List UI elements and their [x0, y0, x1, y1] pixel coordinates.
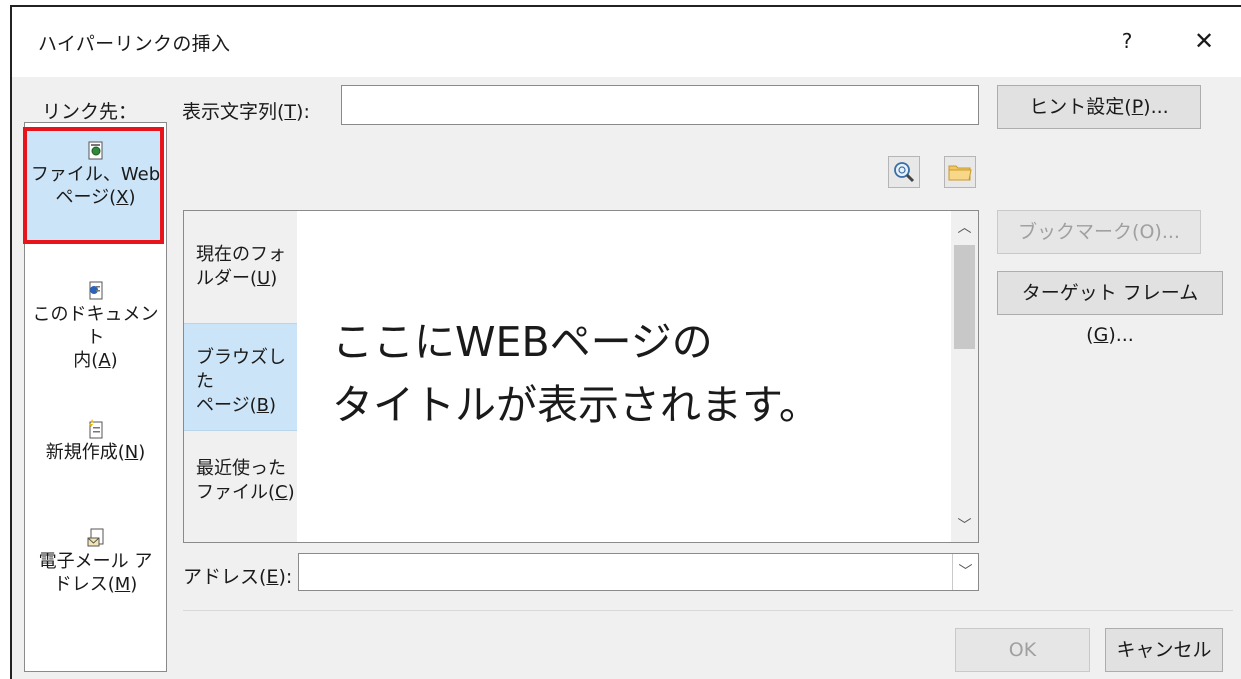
browse-web-icon: [894, 162, 915, 183]
instruction-overlay: ここにWEBページの タイトルが表示されます。: [332, 318, 820, 429]
web-page-icon: [88, 141, 102, 160]
scrollbar-thumb[interactable]: [954, 245, 975, 349]
link-to-label: リンク先：: [42, 101, 138, 123]
cancel-button[interactable]: キャンセル: [1105, 628, 1223, 672]
title-bar: ハイパーリンクの挿入 ? ✕: [12, 7, 1241, 77]
document-place-icon: [89, 281, 102, 300]
divider: [183, 610, 1233, 611]
dialog-title: ハイパーリンクの挿入: [38, 33, 231, 55]
link-to-web-page[interactable]: ファイル、Web ページ(X): [25, 141, 166, 209]
link-to-email-address[interactable]: 電子メール ア ドレス(M): [25, 528, 166, 596]
link-to-panel: ファイル、Web ページ(X) このドキュメント 内(A) 新規作成(N) 電子…: [23, 122, 167, 672]
new-document-icon: [88, 419, 102, 439]
scroll-down-icon[interactable]: ﹀: [951, 515, 978, 535]
ok-button[interactable]: OK: [955, 628, 1090, 672]
link-to-new-document[interactable]: 新規作成(N): [25, 419, 166, 464]
look-in-panel: 現在のフォ ルダー(U) ブラウズした ページ(B) 最近使った ファイル(C)…: [183, 210, 979, 543]
browse-web-button[interactable]: [888, 156, 920, 188]
tab-browsed-pages[interactable]: ブラウズした ページ(B): [184, 323, 297, 431]
link-to-this-document[interactable]: このドキュメント 内(A): [25, 281, 166, 372]
listbox-scrollbar[interactable]: ︿ ﹀: [951, 211, 978, 542]
insert-hyperlink-dialog: ハイパーリンクの挿入 ? ✕ リンク先： ファイル、Web ページ(X) このド…: [10, 5, 1241, 679]
link-to-web-page-line1: ファイル、Web: [30, 164, 161, 185]
tab-current-folder[interactable]: 現在のフォ ルダー(U): [184, 243, 297, 291]
folder-icon: [948, 165, 972, 181]
browse-file-button[interactable]: [944, 156, 976, 188]
bookmark-button[interactable]: ブックマーク(O)...: [997, 210, 1201, 254]
target-frame-button[interactable]: ターゲット フレーム(G)...: [997, 271, 1223, 346]
screentip-button[interactable]: ヒント設定(P)...: [997, 85, 1201, 129]
display-text-input[interactable]: [341, 85, 979, 125]
email-icon: [87, 528, 103, 547]
address-combobox[interactable]: ﹀: [298, 553, 979, 591]
file-listbox[interactable]: ここにWEBページの タイトルが表示されます。: [297, 211, 951, 542]
display-text-label: 表示文字列(T):: [182, 101, 310, 123]
address-label: アドレス(E):: [183, 566, 293, 588]
chevron-down-icon[interactable]: ﹀: [952, 554, 978, 590]
scroll-up-icon[interactable]: ︿: [951, 217, 978, 237]
close-button[interactable]: ✕: [1184, 23, 1224, 59]
help-button[interactable]: ?: [1107, 23, 1147, 59]
tab-recent-files[interactable]: 最近使った ファイル(C): [184, 457, 297, 505]
